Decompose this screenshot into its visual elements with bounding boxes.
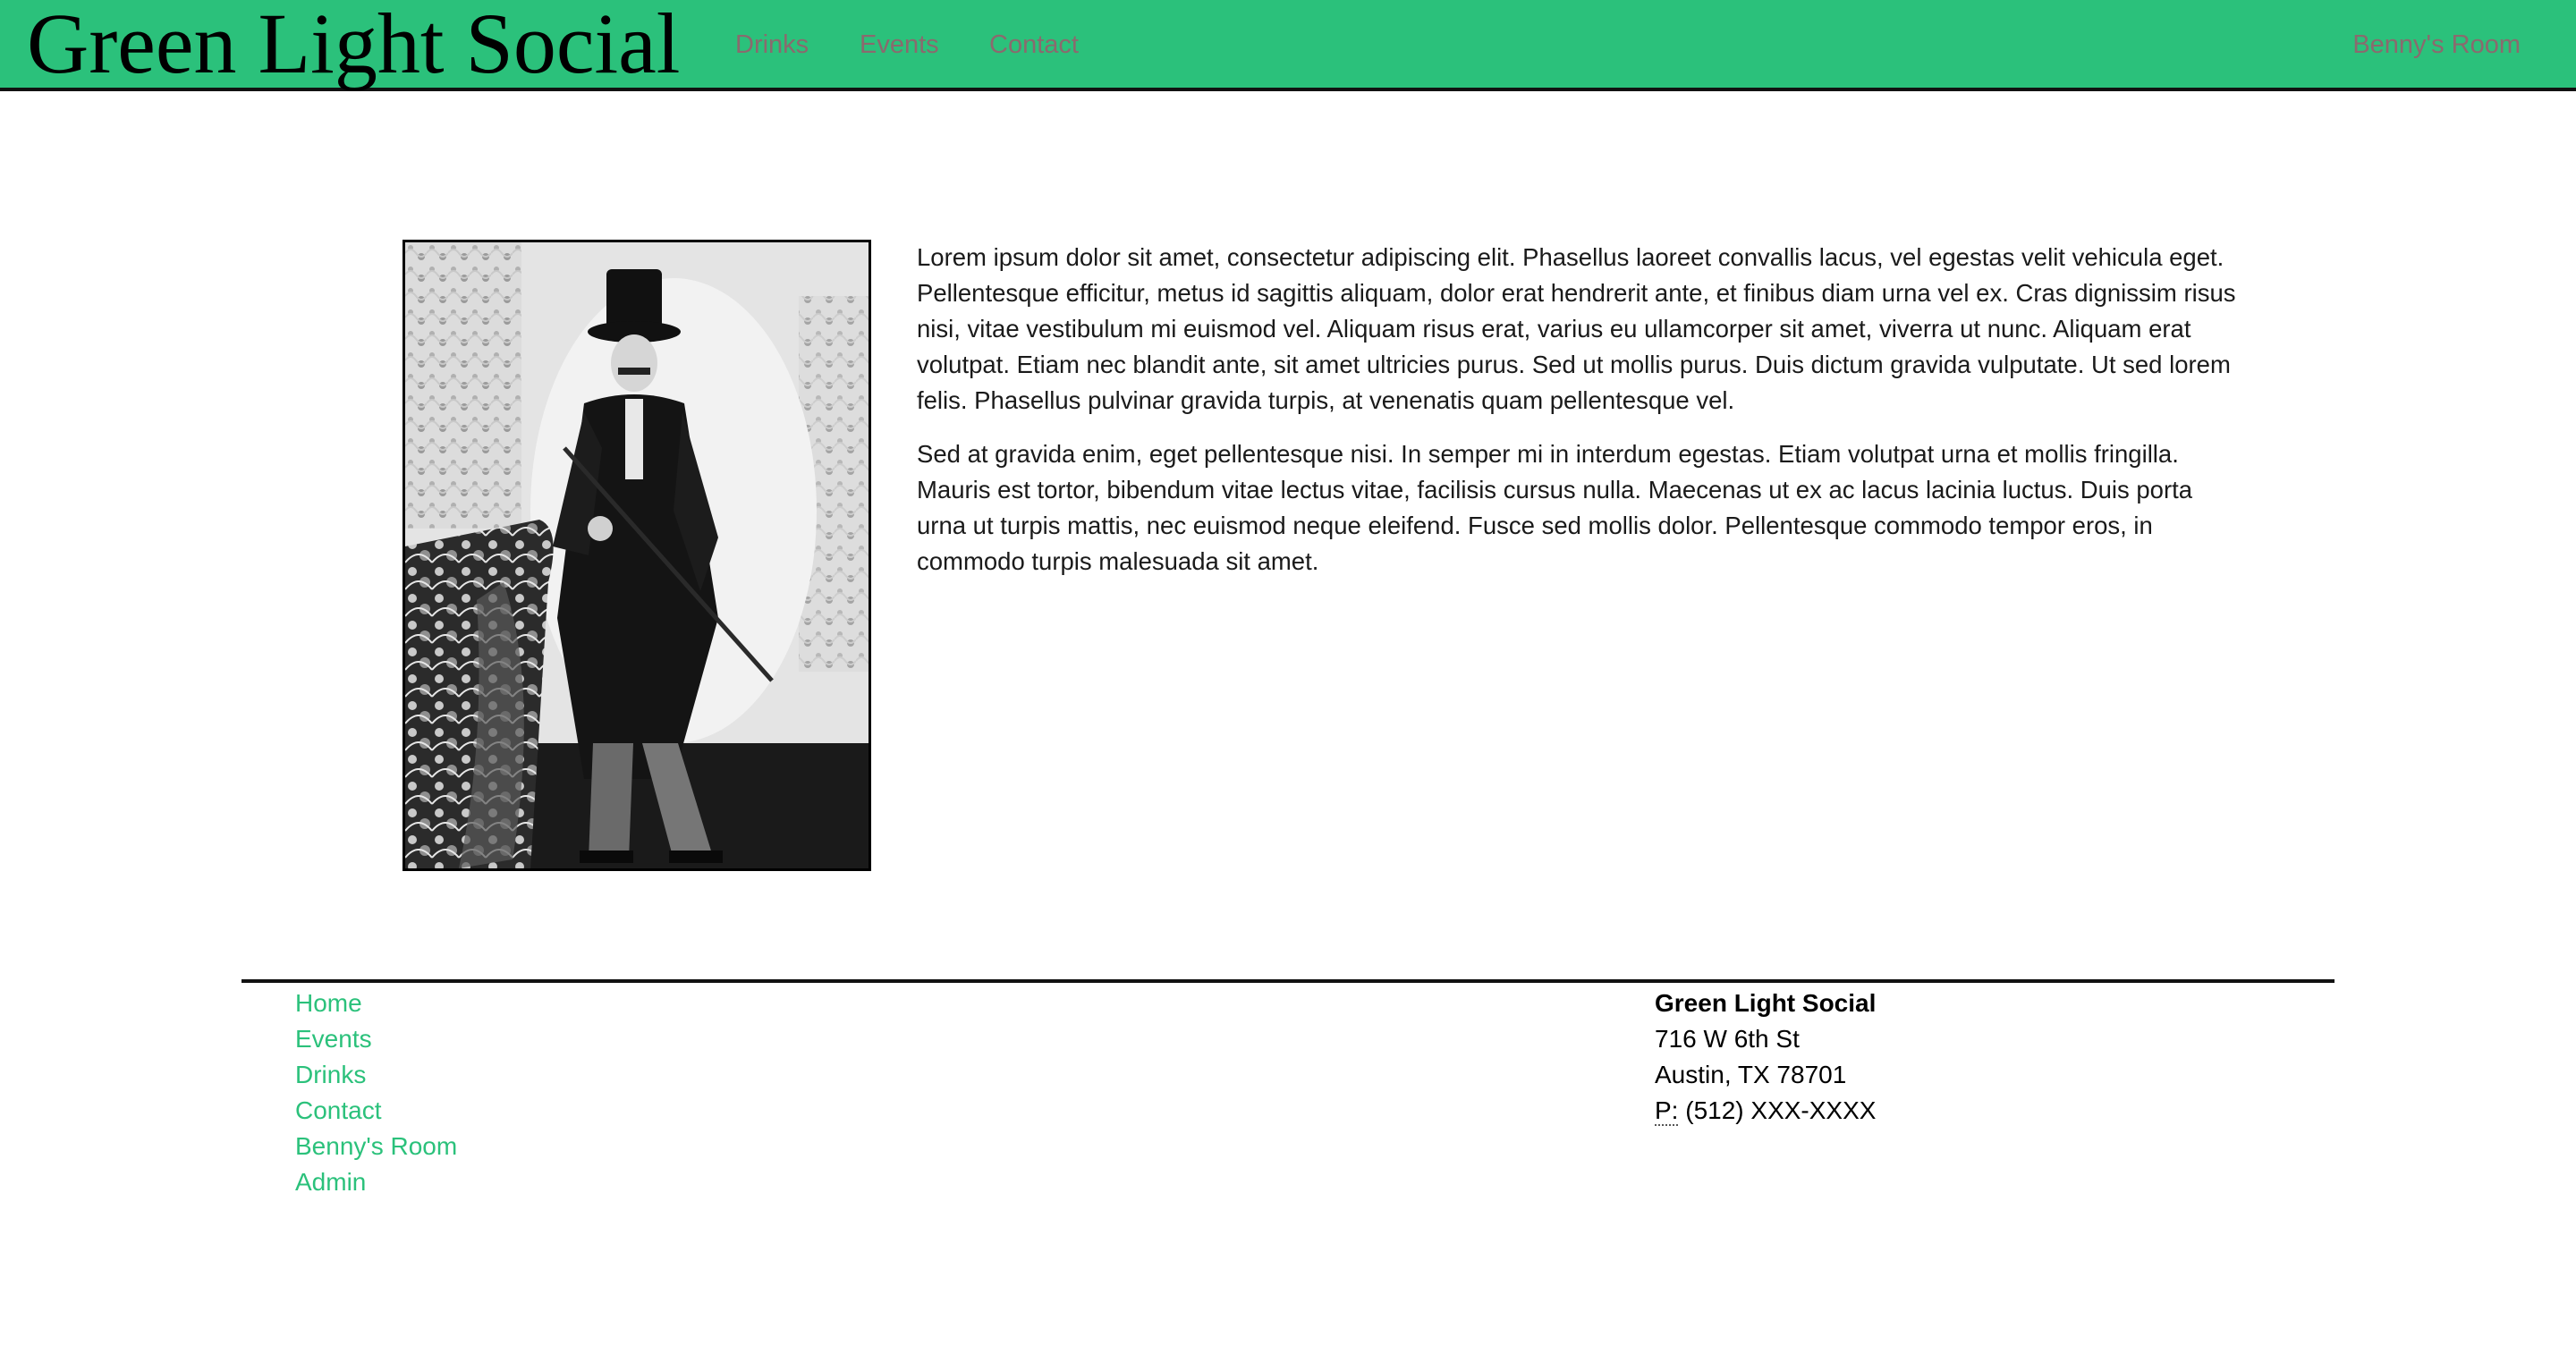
nav-link-bennys-room[interactable]: Benny's Room bbox=[2352, 27, 2521, 63]
footer-nav: Home Events Drinks Contact Benny's Room … bbox=[295, 986, 457, 1200]
intro-paragraph: Lorem ipsum dolor sit amet, consectetur … bbox=[917, 243, 2236, 414]
footer-link-admin[interactable]: Admin bbox=[295, 1168, 366, 1196]
site-brand-title[interactable]: Green Light Social bbox=[27, 0, 680, 93]
portrait-photo-icon bbox=[405, 242, 869, 868]
footer-link-bennys-room[interactable]: Benny's Room bbox=[295, 1132, 457, 1160]
nav-link-contact[interactable]: Contact bbox=[989, 27, 1079, 63]
footer-link-contact[interactable]: Contact bbox=[295, 1096, 382, 1124]
vintage-portrait-photo bbox=[402, 240, 871, 871]
footer-link-events[interactable]: Events bbox=[295, 1025, 372, 1053]
address-business-name: Green Light Social bbox=[1655, 989, 1877, 1017]
phone-number: (512) XXX-XXXX bbox=[1685, 1096, 1877, 1124]
address-city: Austin, TX 78701 bbox=[1655, 1061, 1847, 1088]
address-phone-line: P: (512) XXX-XXXX bbox=[1655, 1093, 1876, 1129]
nav-link-events[interactable]: Events bbox=[860, 27, 939, 63]
address-street: 716 W 6th St bbox=[1655, 1025, 1800, 1053]
nav-link-drinks[interactable]: Drinks bbox=[735, 27, 809, 63]
footer-link-home[interactable]: Home bbox=[295, 989, 362, 1017]
second-paragraph: Sed at gravida enim, eget pellentesque n… bbox=[917, 440, 2193, 575]
footer-link-drinks[interactable]: Drinks bbox=[295, 1061, 366, 1088]
phone-label: P: bbox=[1655, 1096, 1679, 1126]
main-content: Lorem ipsum dolor sit amet, consectetur … bbox=[917, 240, 2241, 597]
footer-divider bbox=[242, 979, 2334, 983]
footer-address: Green Light Social 716 W 6th St Austin, … bbox=[1655, 986, 1876, 1129]
site-header: Green Light Social Drinks Events Contact… bbox=[0, 0, 2576, 91]
